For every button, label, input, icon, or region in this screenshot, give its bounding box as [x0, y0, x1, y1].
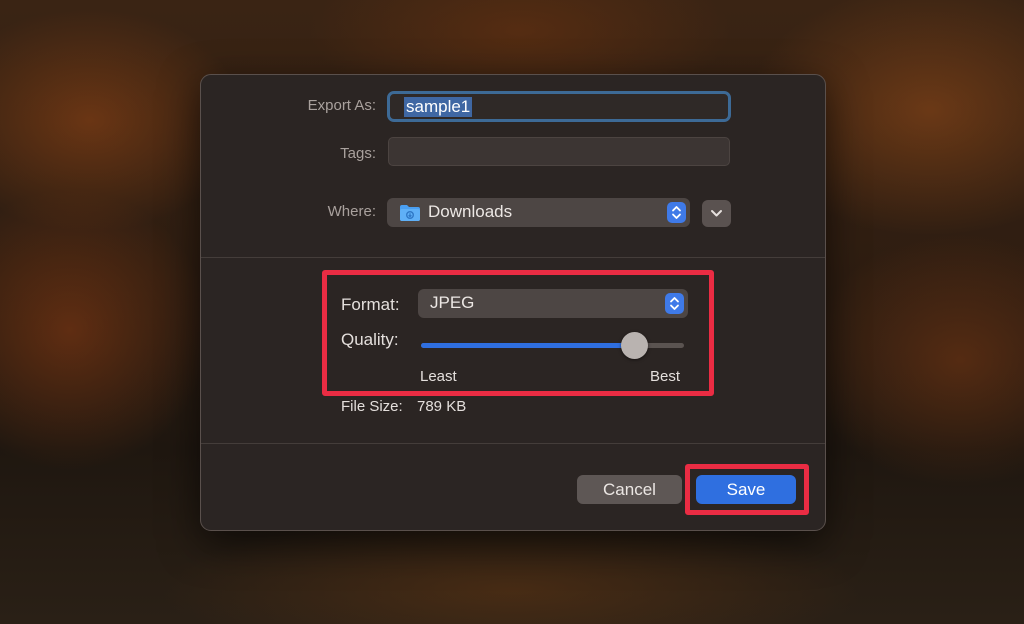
export-as-input[interactable]: sample1: [387, 91, 731, 122]
tags-label: Tags:: [340, 145, 376, 162]
quality-slider[interactable]: [421, 332, 684, 359]
file-size-value: 789 KB: [417, 398, 467, 415]
divider-bottom: [201, 443, 825, 444]
format-label: Format:: [341, 295, 400, 314]
stepper-icon: [665, 293, 684, 314]
export-as-value: sample1: [404, 97, 473, 117]
tags-input[interactable]: [388, 137, 730, 166]
folder-icon: [399, 204, 421, 227]
format-popup-button[interactable]: JPEG: [418, 289, 688, 318]
quality-label: Quality:: [341, 330, 399, 349]
quality-max-label: Best: [650, 368, 681, 385]
where-label: Where:: [327, 203, 376, 220]
save-button[interactable]: Save: [696, 475, 796, 504]
where-popup-button[interactable]: Downloads: [387, 198, 690, 227]
quality-slider-thumb[interactable]: [621, 332, 649, 359]
divider-top: [201, 257, 825, 258]
quality-min-label: Least: [420, 368, 457, 385]
where-value: Downloads: [428, 202, 513, 221]
file-size-label: File Size:: [341, 398, 403, 415]
export-dialog: Export As: sample1 Tags: Where: Download…: [200, 74, 826, 531]
disclosure-button[interactable]: [702, 200, 731, 227]
quality-slider-fill: [421, 343, 635, 348]
export-as-label: Export As:: [307, 97, 376, 114]
format-value: JPEG: [430, 293, 475, 312]
stepper-icon: [667, 202, 686, 223]
cancel-button[interactable]: Cancel: [577, 475, 682, 504]
